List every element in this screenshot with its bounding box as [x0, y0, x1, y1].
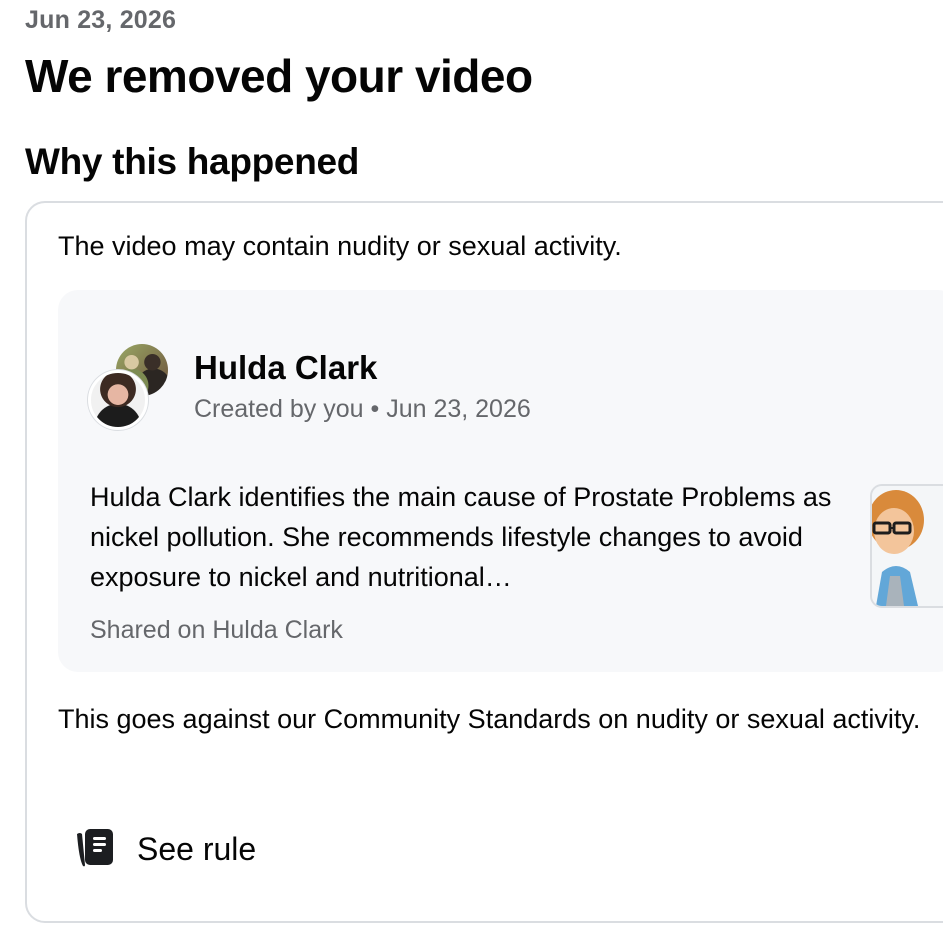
post-author-name: Hulda Clark: [194, 349, 378, 386]
removed-post-preview: Hulda Clark Created by you • Jun 23, 202…: [58, 290, 943, 672]
profile-avatar: [88, 370, 148, 430]
see-rule-label: See rule: [137, 831, 257, 867]
cartoon-video-thumbnail: [872, 486, 943, 606]
shared-on-text: Shared on Hulda Clark: [90, 616, 343, 644]
removal-reason: The video may contain nudity or sexual a…: [58, 231, 622, 261]
rules-document-icon: [77, 829, 113, 867]
reason-card: The video may contain nudity or sexual a…: [25, 201, 943, 923]
video-thumbnail: [870, 484, 943, 608]
notice-date: Jun 23, 2026: [25, 6, 177, 34]
post-meta: Created by you • Jun 23, 2026: [194, 395, 531, 423]
see-rule-button[interactable]: See rule: [73, 821, 256, 877]
section-title: Why this happened: [25, 141, 360, 182]
avatar-stack: [88, 344, 174, 430]
community-standards-text: This goes against our Community Standard…: [58, 704, 921, 734]
post-text: Hulda Clark identifies the main cause of…: [90, 482, 832, 592]
page-title: We removed your video: [25, 50, 533, 102]
